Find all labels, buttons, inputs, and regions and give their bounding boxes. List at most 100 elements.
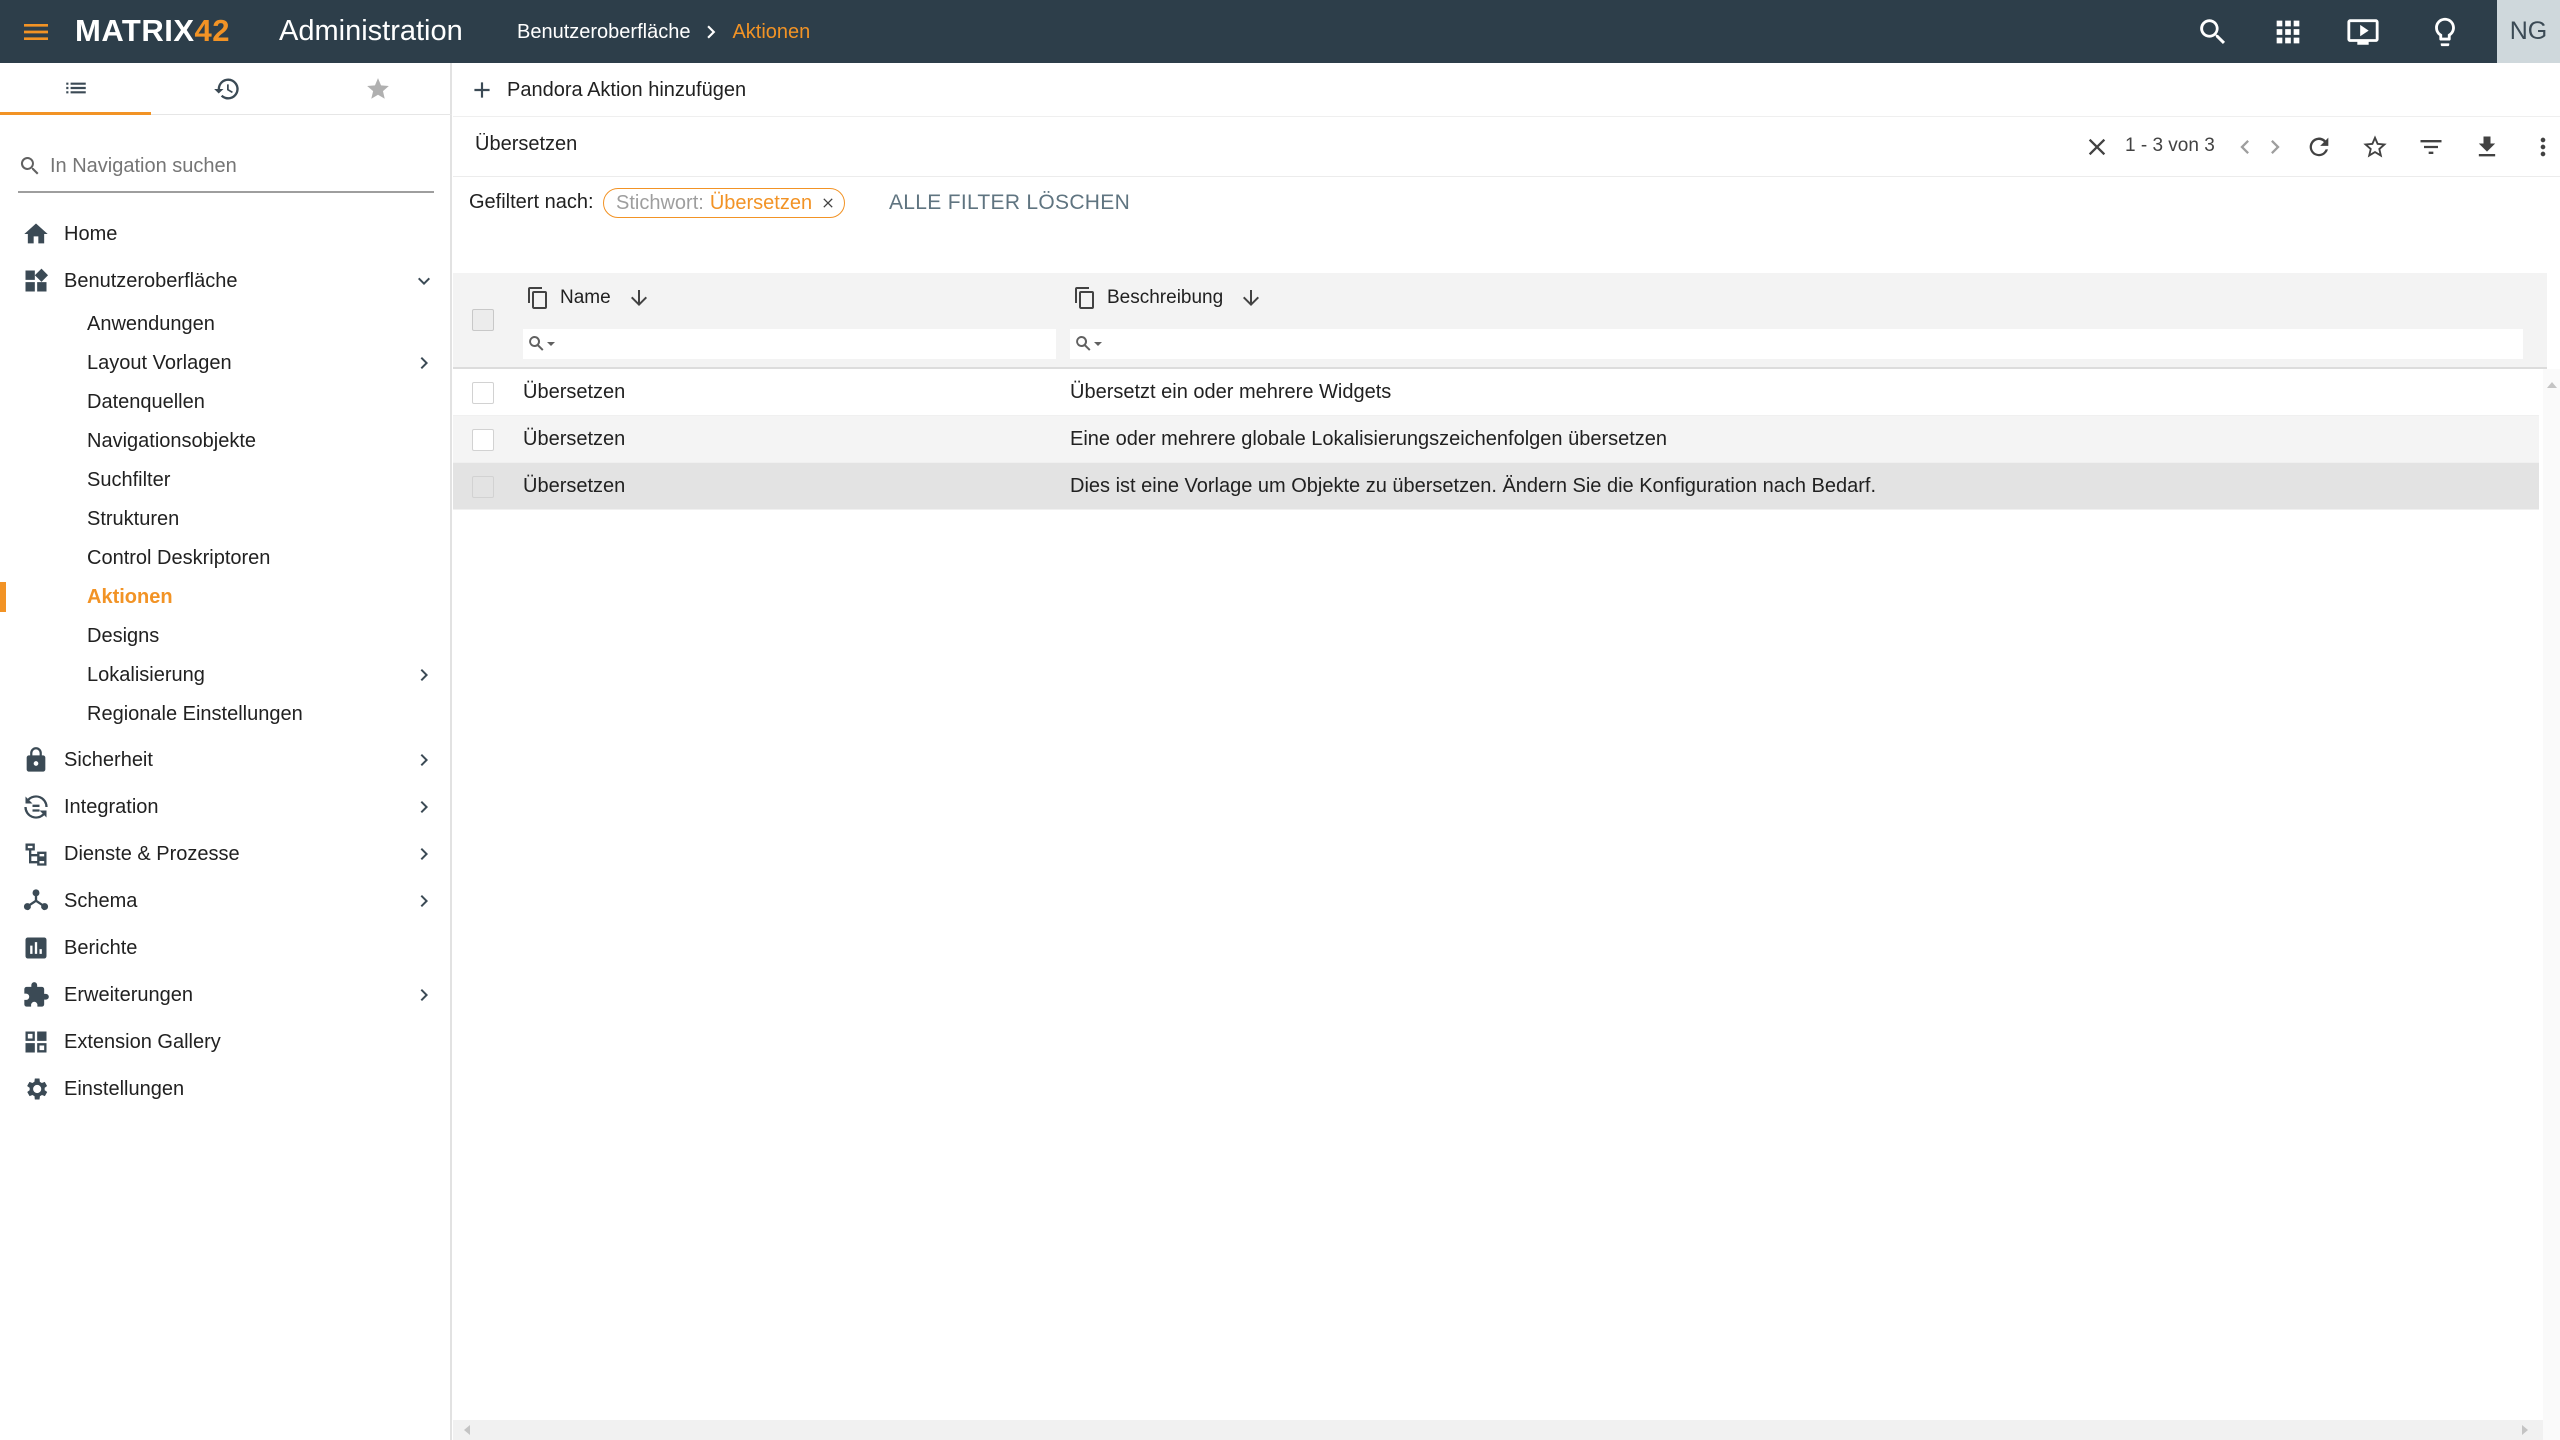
copy-column-icon[interactable] [1073, 286, 1097, 310]
tab-favorites[interactable] [302, 63, 453, 115]
main-content: Pandora Aktion hinzufügen 1 - 3 von 3 [453, 63, 2560, 1440]
play-screen-icon[interactable] [2346, 15, 2380, 49]
previous-page-icon[interactable] [2231, 133, 2259, 161]
filter-search-icon[interactable] [525, 332, 557, 356]
clear-search-icon[interactable] [2083, 133, 2111, 161]
remove-filter-icon[interactable] [820, 195, 836, 211]
sidebar-subitem-lokalisierung[interactable]: Lokalisierung [0, 657, 450, 693]
row-description: Eine oder mehrere globale Lokalisierungs… [1070, 428, 1668, 450]
select-all-checkbox[interactable] [472, 309, 494, 331]
column-header-beschreibung[interactable]: Beschreibung [1073, 285, 1263, 311]
breadcrumb: Benutzeroberfläche Aktionen [517, 19, 810, 45]
sidebar-subitem-regionale-einstellungen[interactable]: Regionale Einstellungen [0, 696, 450, 732]
sidebar-subitem-label: Datenquellen [87, 390, 205, 413]
table-row[interactable]: Übersetzen Dies ist eine Vorlage um Obje… [453, 463, 2539, 510]
row-name: Übersetzen [523, 475, 626, 497]
table-row[interactable]: Übersetzen Übersetzt ein oder mehrere Wi… [453, 369, 2539, 416]
sidebar-item-label: Schema [64, 889, 138, 912]
apps-grid-icon[interactable] [2271, 15, 2305, 49]
name-filter-input[interactable] [557, 330, 1052, 358]
sidebar-tabs [0, 63, 452, 115]
search-icon[interactable] [2196, 15, 2230, 49]
sidebar-subitem-strukturen[interactable]: Strukturen [0, 501, 450, 537]
column-header-label: Name [560, 287, 611, 308]
filter-label: Gefiltert nach: [469, 191, 594, 213]
tab-navigation[interactable] [0, 63, 151, 115]
user-avatar[interactable]: NG [2497, 0, 2560, 63]
sidebar-subitem-label: Lokalisierung [87, 663, 205, 686]
chevron-right-icon [420, 848, 428, 860]
breadcrumb-current: Aktionen [732, 20, 811, 43]
sidebar-item-benutzeroberflaeche[interactable]: Benutzeroberfläche [0, 261, 450, 301]
scroll-up-icon[interactable] [2546, 379, 2558, 391]
clear-all-filters-button[interactable]: ALLE FILTER LÖSCHEN [889, 191, 1130, 215]
filter-chip[interactable]: Stichwort: Übersetzen [603, 188, 846, 218]
sort-descending-icon[interactable] [1239, 286, 1263, 310]
grid-search-input[interactable] [475, 133, 1995, 156]
sidebar-subitem-navigationsobjekte[interactable]: Navigationsobjekte [0, 423, 450, 459]
scroll-right-icon[interactable] [2519, 1424, 2531, 1436]
copy-column-icon[interactable] [526, 286, 550, 310]
sidebar-subitem-label: Control Deskriptoren [87, 546, 271, 569]
navigation-search-input[interactable] [50, 154, 420, 178]
tab-history[interactable] [151, 63, 302, 115]
column-header-name[interactable]: Name [526, 285, 651, 311]
sidebar-subitem-control-deskriptoren[interactable]: Control Deskriptoren [0, 540, 450, 576]
sidebar-item-erweiterungen[interactable]: Erweiterungen [0, 975, 450, 1015]
star-outline-icon[interactable] [2361, 133, 2389, 161]
lightbulb-icon[interactable] [2428, 15, 2462, 49]
vertical-scrollbar[interactable] [2543, 369, 2560, 1440]
sidebar-item-schema[interactable]: Schema [0, 881, 450, 921]
more-vertical-icon[interactable] [2529, 133, 2557, 161]
row-checkbox[interactable] [472, 429, 494, 451]
sidebar-item-home[interactable]: Home [0, 214, 450, 254]
puzzle-icon [24, 982, 49, 1007]
sidebar-subitem-aktionen[interactable]: Aktionen [0, 579, 450, 615]
sidebar-subitem-label: Navigationsobjekte [87, 429, 256, 452]
refresh-icon[interactable] [2305, 133, 2333, 161]
sidebar-subitem-layout-vorlagen[interactable]: Layout Vorlagen [0, 345, 450, 381]
logo[interactable]: MATRIX42 [75, 14, 230, 48]
description-filter-input[interactable] [1104, 330, 2514, 358]
star-icon [366, 78, 389, 99]
filter-list-icon[interactable] [2417, 133, 2445, 161]
filter-search-icon[interactable] [1072, 332, 1104, 356]
description-column-filter [1070, 329, 2523, 359]
sidebar-subitem-label: Suchfilter [87, 468, 171, 491]
download-icon[interactable] [2473, 133, 2501, 161]
next-page-icon[interactable] [2261, 133, 2289, 161]
row-checkbox[interactable] [472, 476, 494, 498]
sidebar-item-label: Integration [64, 795, 159, 818]
sidebar-subitem-datenquellen[interactable]: Datenquellen [0, 384, 450, 420]
breadcrumb-item[interactable]: Benutzeroberfläche [517, 21, 690, 44]
gallery-icon [25, 1031, 47, 1053]
sidebar-subitem-anwendungen[interactable]: Anwendungen [0, 306, 450, 342]
sidebar-item-label: Home [64, 222, 118, 245]
sidebar-item-sicherheit[interactable]: Sicherheit [0, 740, 450, 780]
sidebar-item-integration[interactable]: Integration [0, 787, 450, 827]
add-pandora-action-button[interactable]: Pandora Aktion hinzufügen [469, 74, 746, 106]
scroll-left-icon[interactable] [461, 1424, 473, 1436]
app-title: Administration [279, 15, 463, 47]
table-row[interactable]: Übersetzen Eine oder mehrere globale Lok… [453, 416, 2539, 463]
sidebar-item-extension-gallery[interactable]: Extension Gallery [0, 1022, 450, 1062]
row-name: Übersetzen [523, 381, 626, 403]
add-pandora-action-label: Pandora Aktion hinzufügen [507, 78, 747, 101]
sidebar-subitem-suchfilter[interactable]: Suchfilter [0, 462, 450, 498]
horizontal-scrollbar[interactable] [453, 1420, 2543, 1440]
name-column-filter [523, 329, 1056, 359]
row-description: Dies ist eine Vorlage um Objekte zu über… [1070, 475, 1877, 497]
sidebar-item-label: Extension Gallery [64, 1030, 221, 1053]
history-icon [213, 78, 239, 100]
search-icon [20, 157, 39, 175]
sidebar-subitem-designs[interactable]: Designs [0, 618, 450, 654]
sidebar-item-dienste-prozesse[interactable]: Dienste & Prozesse [0, 834, 450, 874]
sort-descending-icon[interactable] [627, 286, 651, 310]
chevron-right-icon [420, 895, 428, 907]
sidebar-subitem-label: Regionale Einstellungen [87, 702, 303, 725]
row-checkbox[interactable] [472, 382, 494, 404]
sidebar-item-einstellungen[interactable]: Einstellungen [0, 1069, 450, 1109]
sidebar-item-berichte[interactable]: Berichte [0, 928, 450, 968]
hamburger-menu-icon[interactable] [20, 16, 52, 48]
logo-text: MATRIX [75, 13, 195, 48]
